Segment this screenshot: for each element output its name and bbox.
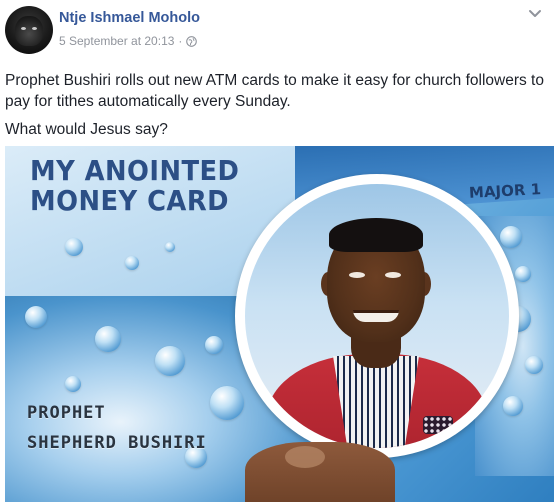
bubble — [525, 356, 543, 374]
globe-icon[interactable] — [186, 35, 198, 47]
portrait-hair — [329, 218, 423, 252]
card-name-line: SHEPHERD BUSHIRI — [27, 433, 207, 453]
bubble — [515, 266, 531, 282]
portrait-eye — [349, 272, 365, 278]
avatar-tiger-image — [15, 16, 43, 46]
post-text-paragraph: What would Jesus say? — [5, 121, 168, 138]
post-text-paragraph: Prophet Bushiri rolls out new ATM cards … — [5, 72, 544, 110]
portrait-smile — [353, 310, 399, 322]
author-name-link[interactable]: Ntje Ishmael Moholo — [59, 10, 200, 26]
bubble — [210, 386, 244, 420]
portrait-pocket-square — [423, 416, 453, 434]
post-header: Ntje Ishmael Moholo 5 September at 20:13… — [0, 0, 554, 62]
post-meta: 5 September at 20:13 · — [59, 34, 198, 48]
bubble — [500, 226, 522, 248]
portrait-photo — [245, 184, 509, 448]
avatar-eye — [21, 27, 26, 30]
facebook-post: Ntje Ishmael Moholo 5 September at 20:13… — [0, 0, 554, 502]
card-title-line: MONEY CARD — [30, 184, 229, 217]
meta-separator: · — [178, 34, 183, 48]
bubble — [65, 238, 83, 256]
bubble — [503, 396, 523, 416]
atm-card-image: MY ANOINTED MONEY CARD MAJOR 1 PROPHET S… — [5, 146, 554, 502]
bubble — [95, 326, 121, 352]
avatar-eye — [32, 27, 37, 30]
bubble — [25, 306, 47, 328]
portrait-shirt — [333, 356, 419, 448]
card-corner-text: MAJOR 1 — [468, 180, 542, 202]
card-name-line: PROPHET — [27, 403, 106, 423]
card-holder-name: PROPHET SHEPHERD BUSHIRI — [27, 398, 207, 458]
bubble — [125, 256, 139, 270]
bubble — [155, 346, 185, 376]
thumb-nail — [285, 446, 325, 468]
card-title-line: MY ANOINTED — [30, 154, 240, 187]
portrait-eye — [385, 272, 401, 278]
bubble — [165, 242, 175, 252]
bubble — [65, 376, 81, 392]
bubble — [205, 336, 223, 354]
post-timestamp[interactable]: 5 September at 20:13 — [59, 34, 174, 48]
post-photo[interactable]: MY ANOINTED MONEY CARD MAJOR 1 PROPHET S… — [5, 146, 554, 502]
avatar[interactable] — [5, 6, 53, 54]
card-title: MY ANOINTED MONEY CARD — [30, 156, 239, 216]
post-text: Prophet Bushiri rolls out new ATM cards … — [5, 70, 550, 147]
chevron-down-icon[interactable] — [524, 6, 546, 22]
